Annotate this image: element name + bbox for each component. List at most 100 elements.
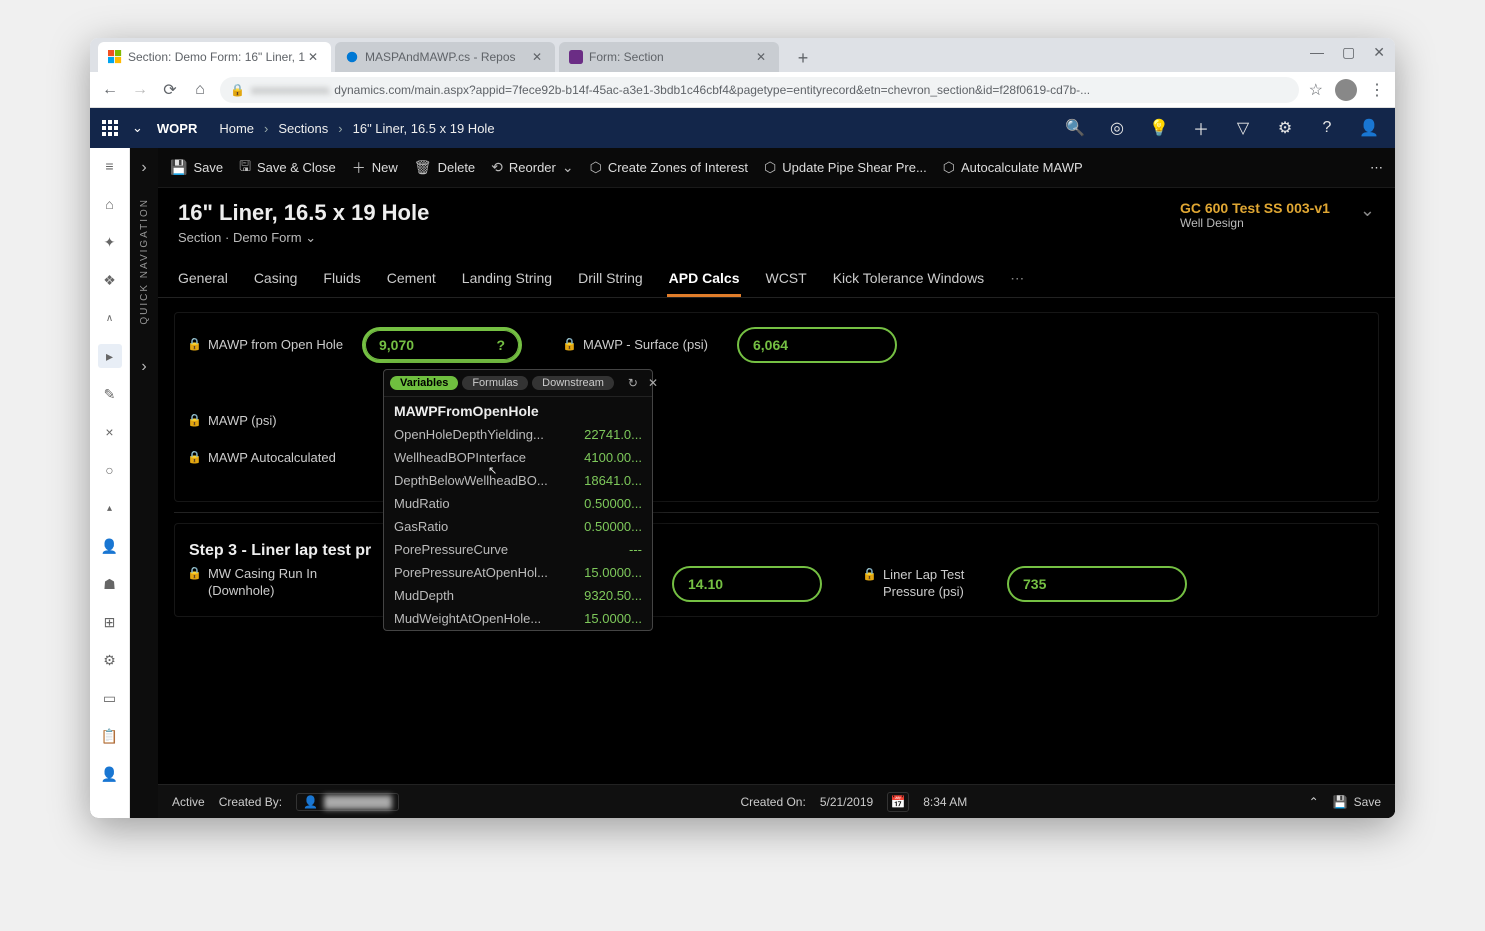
- save-close-button[interactable]: 🖫Save & Close: [239, 156, 336, 180]
- nav-back-icon[interactable]: ←: [100, 80, 120, 100]
- overflow-menu-icon[interactable]: ⋯: [1370, 160, 1383, 176]
- task-icon[interactable]: ◎: [1103, 118, 1131, 138]
- tab-general[interactable]: General: [176, 260, 230, 297]
- mawp-open-hole-value[interactable]: 9,070 ?: [362, 327, 522, 363]
- tab-fluids[interactable]: Fluids: [321, 260, 362, 297]
- zones-icon: ⬡: [590, 159, 602, 176]
- window-minimize-icon[interactable]: —: [1310, 44, 1324, 61]
- new-button[interactable]: ＋New: [352, 158, 398, 178]
- mawp-surface-value[interactable]: 6,064: [737, 327, 897, 363]
- help-icon[interactable]: ?: [1313, 119, 1341, 137]
- url-omnibox[interactable]: 🔒 xxxxxxxxxxxxx. dynamics.com /main.aspx…: [220, 77, 1299, 103]
- rail-grid-icon[interactable]: ⊞: [98, 610, 122, 634]
- nav-forward-icon[interactable]: →: [130, 80, 150, 100]
- breadcrumb-item[interactable]: 16" Liner, 16.5 x 19 Hole: [353, 121, 495, 136]
- tab-casing[interactable]: Casing: [252, 260, 300, 297]
- browser-tab-active[interactable]: Section: Demo Form: 16" Liner, 1 ✕: [98, 42, 331, 72]
- add-icon[interactable]: ＋: [1187, 116, 1215, 140]
- rail-gear-icon[interactable]: ⚙: [98, 648, 122, 672]
- tab-close-icon[interactable]: ✕: [529, 50, 545, 64]
- form-selector[interactable]: Demo Form ⌄: [233, 230, 316, 245]
- liner-lap-value[interactable]: 735: [1007, 566, 1187, 602]
- lightbulb-icon[interactable]: 💡: [1145, 118, 1173, 138]
- form-content[interactable]: 🔒MAWP from Open Hole 9,070 ? 🔒MAWP - Sur…: [158, 298, 1395, 784]
- nav-area-chevron-icon[interactable]: ⌄: [132, 120, 143, 136]
- breadcrumb-item[interactable]: Sections: [278, 121, 328, 136]
- rail-user-icon[interactable]: 👤: [98, 762, 122, 786]
- tabs-overflow-icon[interactable]: ⋯: [1008, 260, 1026, 297]
- footer-collapse-icon[interactable]: ⌃: [1309, 795, 1319, 809]
- spine-expand-icon[interactable]: ›: [132, 156, 156, 180]
- variable-row[interactable]: PorePressureCurve---: [384, 538, 652, 561]
- tab-close-icon[interactable]: ✕: [305, 50, 321, 64]
- rail-item-icon[interactable]: ✦: [98, 230, 122, 254]
- tab-kick-tolerance[interactable]: Kick Tolerance Windows: [831, 260, 986, 297]
- create-zones-button[interactable]: ⬡Create Zones of Interest: [590, 159, 748, 176]
- rail-menu-icon[interactable]: ≡: [98, 154, 122, 178]
- search-icon[interactable]: 🔍: [1061, 118, 1089, 138]
- browser-tab[interactable]: MASPAndMAWP.cs - Repos ✕: [335, 42, 555, 72]
- gear-icon[interactable]: ⚙: [1271, 118, 1299, 138]
- rail-home-icon[interactable]: ⌂: [98, 192, 122, 216]
- tab-drill-string[interactable]: Drill String: [576, 260, 645, 297]
- current-casing-value[interactable]: 14.10: [672, 566, 822, 602]
- breadcrumb-item[interactable]: Home: [219, 121, 254, 136]
- variable-row[interactable]: MudWeightAtOpenHole...15.0000...: [384, 607, 652, 630]
- calendar-icon[interactable]: 📅: [887, 792, 909, 812]
- user-icon[interactable]: 👤: [1355, 118, 1383, 138]
- nav-reload-icon[interactable]: ⟳: [160, 80, 180, 100]
- reorder-button[interactable]: ⟲Reorder⌄: [491, 159, 573, 176]
- variable-row[interactable]: PorePressureAtOpenHol...15.0000...: [384, 561, 652, 584]
- rail-item-icon[interactable]: ▴: [98, 496, 122, 520]
- variable-row[interactable]: MudRatio0.50000...: [384, 492, 652, 515]
- rail-item-icon[interactable]: ☗: [98, 572, 122, 596]
- rail-file-icon[interactable]: ▭: [98, 686, 122, 710]
- rail-clipboard-icon[interactable]: 📋: [98, 724, 122, 748]
- window-close-icon[interactable]: ✕: [1373, 44, 1385, 61]
- tab-cement[interactable]: Cement: [385, 260, 438, 297]
- rail-item-icon[interactable]: ○: [98, 458, 122, 482]
- popup-tab-downstream[interactable]: Downstream: [532, 376, 614, 390]
- browser-tab[interactable]: Form: Section ✕: [559, 42, 779, 72]
- spine-arrow-icon[interactable]: ›: [132, 355, 156, 379]
- help-question-icon[interactable]: ?: [496, 337, 505, 353]
- popup-variable-list[interactable]: OpenHoleDepthYielding...22741.0... Wellh…: [384, 423, 652, 630]
- popup-tab-variables[interactable]: Variables: [390, 376, 458, 390]
- browser-menu-icon[interactable]: ⋮: [1369, 80, 1385, 100]
- rail-item-icon[interactable]: ✎: [98, 382, 122, 406]
- delete-button[interactable]: 🗑Delete: [414, 159, 475, 176]
- variable-row[interactable]: DepthBelowWellheadBO...18641.0...: [384, 469, 652, 492]
- new-tab-button[interactable]: +: [789, 44, 817, 72]
- reference-link[interactable]: GC 600 Test SS 003-v1: [1180, 200, 1330, 216]
- rail-person-icon[interactable]: 👤: [98, 534, 122, 558]
- variable-row[interactable]: WellheadBOPInterface 4100.00...: [384, 446, 652, 469]
- rail-item-icon[interactable]: ∧: [98, 306, 122, 330]
- pipe-icon: ⬡: [764, 159, 776, 176]
- popup-tab-formulas[interactable]: Formulas: [462, 376, 528, 390]
- popup-close-icon[interactable]: ✕: [648, 376, 658, 390]
- filter-icon[interactable]: ▽: [1229, 118, 1257, 138]
- profile-avatar-icon[interactable]: [1335, 79, 1357, 101]
- tab-apd-calcs[interactable]: APD Calcs: [667, 260, 742, 297]
- tab-landing-string[interactable]: Landing String: [460, 260, 554, 297]
- rail-item-icon[interactable]: ❖: [98, 268, 122, 292]
- bookmark-star-icon[interactable]: ☆: [1309, 80, 1323, 100]
- title-block: 16" Liner, 16.5 x 19 Hole Section · Demo…: [158, 188, 1395, 254]
- variable-row[interactable]: MudDepth9320.50...: [384, 584, 652, 607]
- created-by-person[interactable]: 👤 ████████: [296, 793, 399, 811]
- popup-refresh-icon[interactable]: ↻: [628, 376, 638, 390]
- tab-wcst[interactable]: WCST: [763, 260, 808, 297]
- variable-row[interactable]: GasRatio0.50000...: [384, 515, 652, 538]
- autocalc-button[interactable]: ⬡Autocalculate MAWP: [943, 159, 1083, 176]
- header-expand-chevron-icon[interactable]: ⌄: [1360, 200, 1375, 221]
- rail-item-icon[interactable]: ×: [98, 420, 122, 444]
- rail-active-icon[interactable]: ▸: [98, 344, 122, 368]
- variable-row[interactable]: OpenHoleDepthYielding...22741.0...: [384, 423, 652, 446]
- app-launcher-icon[interactable]: [102, 120, 118, 136]
- tab-close-icon[interactable]: ✕: [753, 50, 769, 64]
- window-maximize-icon[interactable]: ▢: [1342, 44, 1355, 61]
- footer-save-button[interactable]: 💾 Save: [1333, 795, 1381, 809]
- save-button[interactable]: 💾Save: [170, 159, 223, 176]
- update-pipe-button[interactable]: ⬡Update Pipe Shear Pre...: [764, 159, 927, 176]
- nav-home-icon[interactable]: ⌂: [190, 80, 210, 100]
